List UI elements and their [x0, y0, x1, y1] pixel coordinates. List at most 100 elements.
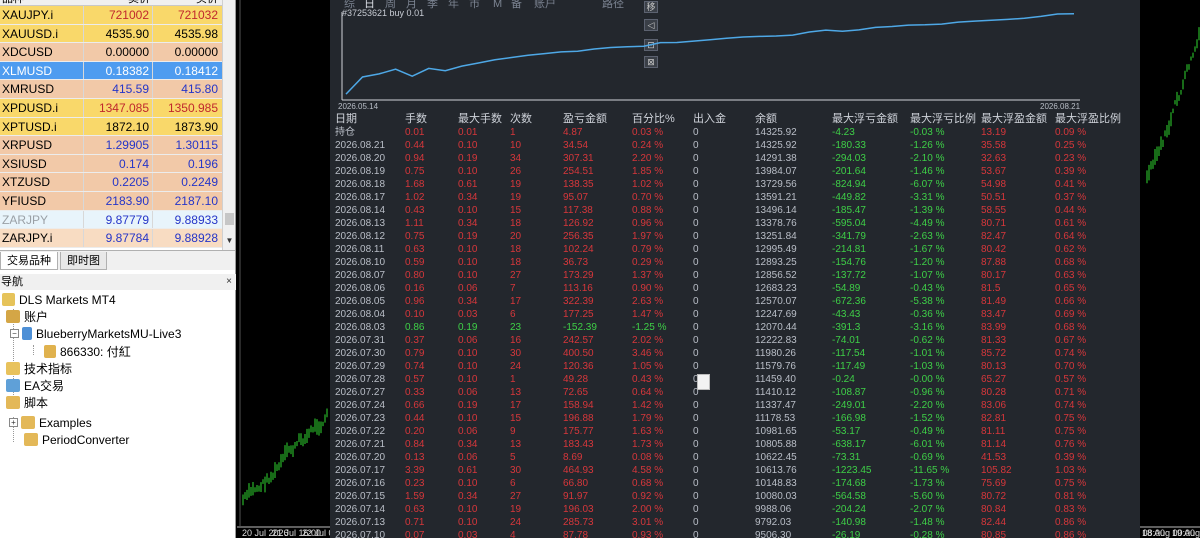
table-row[interactable]: 2026.08.04 0.10 0.03 6 177.25 1.47 % 0 12247.69… [330, 308, 1140, 321]
table-row[interactable]: 2026.08.10 0.59 0.10 18 36.73 0.29 % 0 12893.25… [330, 256, 1140, 269]
table-row[interactable]: 2026.07.22 0.20 0.06 9 175.77 1.63 % 0 10981.65… [330, 425, 1140, 438]
market-watch-row[interactable]: XLMUSD 0.18382 0.18412 [0, 61, 222, 81]
market-watch-row[interactable]: XAUJPY.i 721002 721032 [0, 6, 222, 25]
market-watch-scrollbar[interactable]: ▼ [222, 0, 235, 250]
column-header[interactable]: 日期 [335, 113, 357, 126]
table-row[interactable]: 2026.07.14 0.63 0.10 19 196.03 2.00 % 0 9988.06… [330, 503, 1140, 516]
tree-accounts[interactable]: 账户 [6, 308, 48, 325]
scrollbar-thumb[interactable] [225, 213, 234, 225]
table-row[interactable]: 2026.08.11 0.63 0.10 18 102.24 0.79 % 0 12995.4… [330, 243, 1140, 256]
cell-flow: 0 [693, 179, 699, 190]
tree-root[interactable]: DLS Markets MT4 [2, 291, 116, 308]
tree-account-login[interactable]: 866330: 付紅 [44, 343, 131, 360]
market-watch-row[interactable]: YFIUSD 2183.90 2187.10 [0, 191, 222, 211]
table-row[interactable]: 2026.08.20 0.94 0.19 34 307.31 2.20 % 0 14291.3… [330, 152, 1140, 165]
table-row[interactable]: 2026.07.17 3.39 0.61 30 464.93 4.58 % 0 10613.7… [330, 464, 1140, 477]
table-row[interactable]: 2026.07.13 0.71 0.10 24 285.73 3.01 % 0 9792.03… [330, 516, 1140, 529]
table-row[interactable]: 2026.07.20 0.13 0.06 5 8.69 0.08 % 0 10622.45 -7… [330, 451, 1140, 464]
cell-date: 2026.07.28 [335, 374, 386, 385]
column-header[interactable]: 手数 [405, 113, 427, 126]
edit-cursor-box[interactable] [697, 374, 710, 390]
table-row[interactable]: 2026.07.30 0.79 0.10 30 400.50 3.46 % 0 11980.2… [330, 347, 1140, 360]
close-icon[interactable]: × [226, 274, 232, 290]
cell-mfpp: 0.81 % [1055, 491, 1087, 502]
tree-account-server[interactable]: − BlueberryMarketsMU-Live3 [10, 325, 181, 342]
tab-symbols[interactable]: 交易品种 [0, 252, 58, 270]
table-row[interactable]: 2026.07.27 0.33 0.06 13 72.65 0.64 % 0 11410.12… [330, 386, 1140, 399]
column-header[interactable]: 最大浮亏金额 [832, 113, 898, 126]
scroll-down-icon[interactable]: ▼ [225, 236, 234, 246]
equity-curve-chart: #37253621 buy 0.01 2026.05.14 2026.08.21 [338, 8, 1080, 111]
column-header[interactable]: 出入金 [693, 113, 726, 126]
table-row[interactable]: 2026.07.31 0.37 0.06 16 242.57 2.02 % 0 12222.8… [330, 334, 1140, 347]
cell-lots: 0.79 [405, 348, 425, 359]
cell-balance: 12893.25 [755, 257, 797, 268]
cell-balance: 14325.92 [755, 140, 797, 151]
market-watch-row[interactable]: XSIUSD 0.174 0.196 [0, 154, 222, 174]
market-watch-row[interactable]: XMRUSD 415.59 415.80 [0, 80, 222, 99]
table-row[interactable]: 2026.08.03 0.86 0.19 23 -152.39 -1.25 % 0 12070… [330, 321, 1140, 334]
market-watch-row[interactable]: ZARJPY 9.87779 9.88933 [0, 210, 222, 230]
table-row[interactable]: 2026.08.14 0.43 0.10 15 117.38 0.88 % 0 13496.1… [330, 204, 1140, 217]
cell-balance: 12856.52 [755, 270, 797, 281]
table-row[interactable]: 2026.08.19 0.75 0.10 26 254.51 1.85 % 0 13984.0… [330, 165, 1140, 178]
collapse-icon[interactable]: − [10, 329, 19, 338]
header-ask[interactable]: 买价 [153, 0, 222, 5]
market-watch-row[interactable]: XDCUSD 0.00000 0.00000 [0, 43, 222, 62]
tree-scripts-label: 脚本 [24, 396, 49, 410]
bid-price: 0.174 [84, 154, 153, 173]
market-watch-row[interactable]: XTZUSD 0.2205 0.2249 [0, 173, 222, 192]
table-row[interactable]: 2026.08.12 0.75 0.19 20 256.35 1.97 % 0 13251.8… [330, 230, 1140, 243]
table-row[interactable]: 2026.07.21 0.84 0.34 13 183.43 1.73 % 0 10805.8… [330, 438, 1140, 451]
cell-balance: 10148.83 [755, 478, 797, 489]
table-row[interactable]: 2026.07.23 0.44 0.10 15 196.88 1.79 % 0 11178.5… [330, 412, 1140, 425]
table-row[interactable]: 持仓 0.01 0.01 1 4.87 0.03 % 0 14325.92 -4.23 -0.03… [330, 126, 1140, 139]
table-row[interactable]: 2026.07.10 0.07 0.03 4 87.78 0.93 % 0 9506.30 -2… [330, 529, 1140, 538]
table-row[interactable]: 2026.08.17 1.02 0.34 19 95.07 0.70 % 0 13591.21… [330, 191, 1140, 204]
cell-mfp: 81.49 [981, 296, 1007, 307]
tree-scripts[interactable]: 脚本 [6, 394, 48, 411]
cell-flow: 0 [693, 426, 699, 437]
cell-mfp: 35.58 [981, 140, 1007, 151]
market-watch-row[interactable]: XPTUSD.i 1872.10 1873.90 [0, 117, 222, 137]
column-header[interactable]: 最大浮盈比例 [1055, 113, 1121, 126]
cell-date: 2026.08.19 [335, 166, 386, 177]
market-watch-row[interactable]: XPDUSD.i 1347.085 1350.985 [0, 98, 222, 118]
table-row[interactable]: 2026.07.29 0.74 0.10 24 120.36 1.05 % 0 11579.7… [330, 360, 1140, 373]
column-header[interactable]: 盈亏金额 [563, 113, 607, 126]
table-row[interactable]: 2026.08.18 1.68 0.61 19 138.35 1.02 % 0 13729.5… [330, 178, 1140, 191]
tree-ea[interactable]: EA交易 [6, 377, 64, 394]
table-row[interactable]: 2026.08.13 1.11 0.34 18 126.92 0.96 % 0 13378.7… [330, 217, 1140, 230]
table-row[interactable]: 2026.07.15 1.59 0.34 27 91.97 0.92 % 0 10080.03… [330, 490, 1140, 503]
cell-mfl: -185.47 [832, 205, 866, 216]
table-row[interactable]: 2026.08.06 0.16 0.06 7 113.16 0.90 % 0 12683.23… [330, 282, 1140, 295]
market-watch-row[interactable]: XRPUSD 1.29905 1.30115 [0, 136, 222, 155]
cell-date: 2026.08.06 [335, 283, 386, 294]
table-row[interactable]: 2026.07.24 0.66 0.19 17 158.94 1.42 % 0 11337.4… [330, 399, 1140, 412]
table-row[interactable]: 2026.08.21 0.44 0.10 10 34.54 0.24 % 0 14325.92… [330, 139, 1140, 152]
column-header[interactable]: 最大浮亏比例 [910, 113, 976, 126]
market-watch-row[interactable]: ZARJPY.i 9.87784 9.88928 [0, 229, 222, 248]
tree-indicators[interactable]: 技术指标 [6, 360, 72, 377]
cell-balance: 13729.56 [755, 179, 797, 190]
cell-pnl: 183.43 [563, 439, 594, 450]
table-row[interactable]: 2026.08.05 0.96 0.34 17 322.39 2.63 % 0 12570.0… [330, 295, 1140, 308]
header-bid[interactable]: 卖价 [84, 0, 153, 5]
column-header[interactable]: 最大手数 [458, 113, 502, 126]
column-header[interactable]: 次数 [510, 113, 532, 126]
table-row[interactable]: 2026.08.07 0.80 0.10 27 173.29 1.37 % 0 12856.5… [330, 269, 1140, 282]
cell-mfl: -204.24 [832, 504, 866, 515]
column-header[interactable]: 最大浮盈金额 [981, 113, 1047, 126]
header-symbol[interactable]: 品种 [0, 0, 84, 5]
cell-mfp: 80.85 [981, 530, 1007, 538]
time-label: 19 Aug 07:00 [1172, 528, 1200, 538]
table-row[interactable]: 2026.07.16 0.23 0.10 6 66.80 0.68 % 0 10148.83 -… [330, 477, 1140, 490]
tree-examples[interactable]: + Examples [9, 414, 92, 431]
column-header[interactable]: 余额 [755, 113, 777, 126]
tree-period-converter[interactable]: PeriodConverter [24, 431, 129, 448]
table-row[interactable]: 2026.07.28 0.57 0.10 1 49.28 0.43 % 0 11459.40-… [330, 373, 1140, 386]
column-header[interactable]: 百分比% [632, 113, 675, 126]
expand-icon[interactable]: + [9, 418, 18, 427]
tab-tick-chart[interactable]: 即时图 [60, 252, 107, 270]
market-watch-row[interactable]: XAUUSD.i 4535.90 4535.98 [0, 24, 222, 44]
